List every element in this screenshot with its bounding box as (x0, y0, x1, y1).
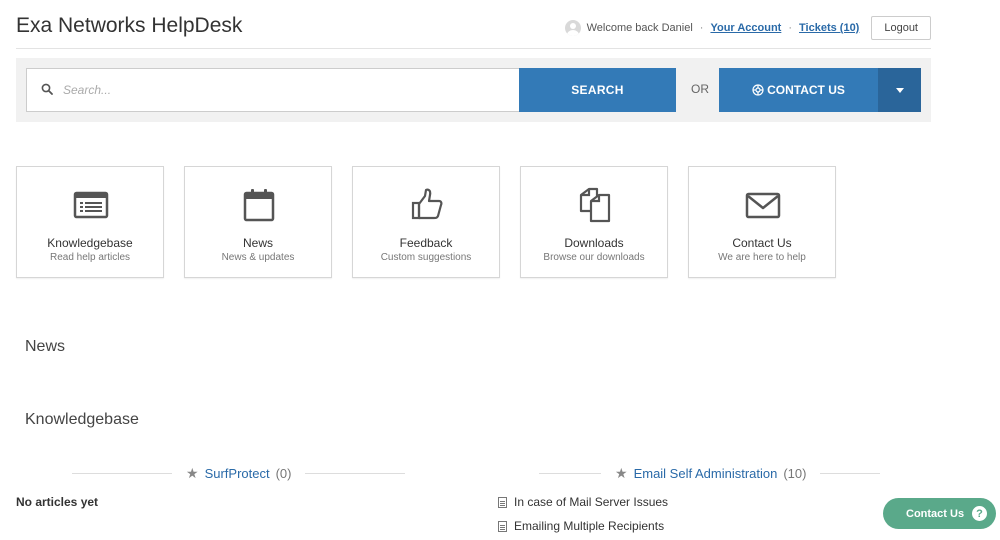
divider (539, 473, 601, 474)
divider (305, 473, 406, 474)
question-icon: ? (972, 506, 987, 521)
tile-feedback[interactable]: Feedback Custom suggestions (352, 166, 500, 278)
tile-subtitle: Custom suggestions (380, 252, 472, 263)
search-input[interactable] (63, 69, 513, 111)
star-icon: ★ (615, 465, 628, 481)
tile-subtitle: Read help articles (49, 252, 131, 263)
document-icon (498, 520, 507, 532)
search-button[interactable]: SEARCH (519, 68, 676, 112)
article-link[interactable]: Emailing Multiple Recipients (498, 519, 664, 533)
category-link[interactable]: SurfProtect (205, 466, 270, 481)
tile-contact-us[interactable]: Contact Us We are here to help (688, 166, 836, 278)
star-icon: ★ (186, 465, 199, 481)
avatar (564, 20, 581, 36)
tile-title: Downloads (564, 236, 624, 250)
divider (72, 473, 172, 474)
tile-title: Feedback (399, 236, 453, 250)
tile-subtitle: We are here to help (718, 252, 806, 263)
article-link[interactable]: In case of Mail Server Issues (498, 495, 668, 509)
welcome-text: Welcome back Daniel (586, 22, 693, 34)
news-heading: News (25, 338, 66, 355)
tickets-link[interactable]: Tickets (10) (799, 22, 859, 34)
floating-contact-label: Contact Us (906, 507, 965, 520)
search-box (26, 68, 520, 112)
contact-us-label: CONTACT US (767, 83, 845, 97)
caret-down-icon (895, 87, 904, 93)
tile-news[interactable]: News News & updates (184, 166, 332, 278)
globe-icon (752, 84, 764, 96)
user-area: Welcome back Daniel · Your Account · Tic… (564, 16, 931, 40)
kb-category-surfprotect: ★ SurfProtect (0) (72, 465, 406, 482)
tile-title: Contact Us (732, 236, 792, 250)
category-count: (10) (783, 466, 807, 481)
tile-subtitle: Browse our downloads (543, 252, 645, 263)
document-icon (498, 496, 507, 508)
category-count: (0) (275, 466, 292, 481)
separator: · (699, 22, 704, 34)
tile-downloads[interactable]: Downloads Browse our downloads (520, 166, 668, 278)
separator: · (788, 22, 793, 34)
contact-dropdown-toggle[interactable] (878, 68, 921, 112)
article-title: Emailing Multiple Recipients (514, 519, 665, 533)
your-account-link[interactable]: Your Account (710, 22, 781, 34)
logout-button[interactable]: Logout (871, 16, 931, 40)
search-icon (41, 83, 53, 95)
knowledgebase-icon (73, 191, 109, 219)
site-title[interactable]: Exa Networks HelpDesk (16, 14, 242, 38)
tile-knowledgebase[interactable]: Knowledgebase Read help articles (16, 166, 164, 278)
contact-us-button[interactable]: CONTACT US (719, 68, 878, 112)
floating-contact-button[interactable]: Contact Us ? (883, 498, 996, 529)
or-label: OR (691, 82, 709, 96)
documents-icon (579, 187, 611, 223)
divider (820, 473, 881, 474)
knowledgebase-heading: Knowledgebase (25, 411, 139, 428)
tile-subtitle: News & updates (221, 252, 295, 263)
search-bar: SEARCH OR CONTACT US (16, 58, 931, 122)
envelope-icon (745, 192, 781, 219)
article-title: In case of Mail Server Issues (514, 495, 669, 509)
kb-category-email: ★ Email Self Administration (10) (539, 465, 881, 482)
category-link[interactable]: Email Self Administration (634, 466, 778, 481)
header: Exa Networks HelpDesk Welcome back Danie… (16, 0, 931, 49)
calendar-icon (243, 189, 275, 222)
tile-title: Knowledgebase (47, 236, 133, 250)
tile-grid: Knowledgebase Read help articles News Ne… (16, 166, 856, 278)
tile-title: News (242, 236, 273, 250)
no-articles-text: No articles yet (16, 495, 99, 509)
thumbs-up-icon (411, 188, 443, 220)
